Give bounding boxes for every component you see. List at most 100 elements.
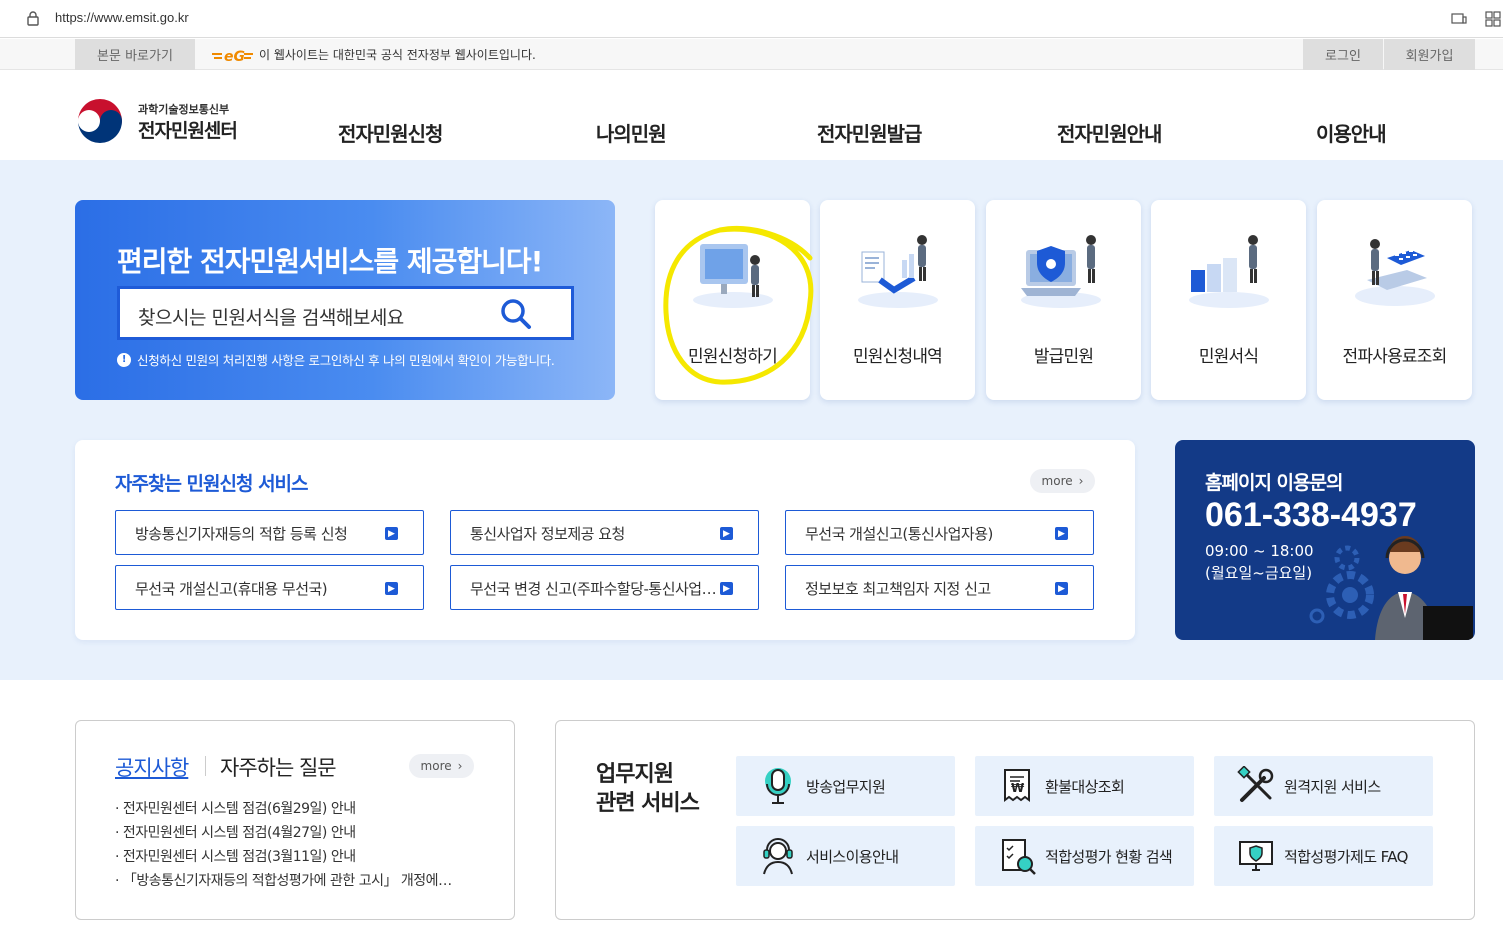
logo-site-name[interactable]: 전자민원센터 — [138, 116, 238, 143]
search-input[interactable]: 찾으시는 민원서식을 검색해보세요 — [138, 303, 404, 330]
support-item-service-guide[interactable]: 서비스이용안내 — [736, 826, 955, 886]
quick-card-label: 민원신청내역 — [852, 347, 943, 367]
support-services-panel — [555, 720, 1475, 920]
lock-icon — [27, 11, 39, 26]
frequent-service-label: 무선국 개설신고(휴대용 무선국) — [135, 580, 328, 598]
signup-link[interactable]: 회원가입 — [1384, 39, 1475, 70]
contact-phone: 061-338-4937 — [1205, 496, 1417, 534]
reader-mode-icon[interactable] — [1451, 12, 1467, 26]
hero-note: ! 신청하신 민원의 처리진행 사항은 로그인하신 후 나의 민원에서 확인이 … — [117, 350, 555, 369]
frequent-service-label: 무선국 변경 신고(주파수할당-통신사업자용) — [470, 580, 725, 598]
frequent-service-label: 무선국 개설신고(통신사업자용) — [805, 525, 993, 543]
browser-address-bar: https://www.emsit.go.kr — [0, 0, 1503, 38]
support-item-conformity-faq[interactable]: 적합성평가제도 FAQ — [1214, 826, 1433, 886]
microphone-icon — [765, 768, 791, 804]
quick-card-radio-fee[interactable]: 전파사용료조회 — [1317, 200, 1472, 400]
notice-item-title: 전자민원센터 시스템 점검(3월11일) 안내 — [122, 849, 356, 865]
chevron-right-icon: › — [1078, 474, 1084, 488]
support-item-label: 서비스이용안내 — [806, 848, 899, 866]
svg-text:₩: ₩ — [1011, 781, 1025, 795]
nav-item-apply[interactable]: 전자민원신청 — [338, 118, 443, 147]
contact-days: (월요일~금요일) — [1205, 564, 1313, 582]
notice-item-title: 전자민원센터 시스템 점검(6월29일) 안내 — [122, 801, 356, 817]
svg-text:eG: eG — [224, 49, 245, 65]
frequent-service-item[interactable]: 무선국 변경 신고(주파수할당-통신사업자용) ▶ — [450, 565, 759, 610]
nav-item-usage[interactable]: 이용안내 — [1316, 118, 1387, 147]
hero-title: 편리한 전자민원서비스를 제공합니다! — [117, 245, 543, 278]
monitor-shield-icon — [1239, 841, 1273, 871]
notice-item-title: 전자민원센터 시스템 점검(4월27일) 안내 — [122, 825, 356, 841]
frequent-service-item[interactable]: 정보보호 최고책임자 지정 신고 ▶ — [785, 565, 1094, 610]
tab-faq[interactable]: 자주하는 질문 — [220, 752, 337, 782]
contact-hours: 09:00 ~ 18:00 — [1205, 542, 1314, 560]
support-item-label: 원격지원 서비스 — [1284, 778, 1381, 796]
support-item-label: 방송업무지원 — [806, 778, 886, 796]
notice-item[interactable]: · 「방송통신기자재등의 적합성평가에 관한 고시」 개정에… — [115, 870, 452, 890]
support-item-broadcast[interactable]: 방송업무지원 — [736, 756, 955, 816]
support-item-label: 적합성평가 현황 검색 — [1045, 848, 1173, 866]
contact-panel: 홈페이지 이용문의 061-338-4937 09:00 ~ 18:00 (월요… — [1175, 440, 1475, 640]
arrow-right-icon: ▶ — [1055, 527, 1068, 540]
quick-card-label: 민원서식 — [1198, 347, 1259, 367]
tab-notices[interactable]: 공지사항 — [115, 752, 189, 782]
notice-more-button[interactable]: more › — [409, 754, 474, 778]
quick-card-history[interactable]: 민원신청내역 — [820, 200, 975, 400]
notice-item[interactable]: · 전자민원센터 시스템 점검(6월29일) 안내 — [115, 798, 356, 818]
arrow-right-icon: ▶ — [1055, 582, 1068, 595]
notice-item[interactable]: · 전자민원센터 시스템 점검(3월11일) 안내 — [115, 846, 356, 866]
highlight-annotation — [663, 225, 814, 385]
url-field[interactable]: https://www.emsit.go.kr — [55, 10, 189, 25]
notice-item[interactable]: · 전자민원센터 시스템 점검(4월27일) 안내 — [115, 822, 356, 842]
gov-notice-text: 이 웹사이트는 대한민국 공식 전자정부 웹사이트입니다. — [259, 48, 536, 62]
logo-ministry-name: 과학기술정보통신부 — [138, 103, 230, 116]
frequent-service-item[interactable]: 무선국 개설신고(통신사업자용) ▶ — [785, 510, 1094, 555]
arrow-right-icon: ▶ — [385, 527, 398, 540]
notice-panel — [75, 720, 515, 920]
nav-item-guide[interactable]: 전자민원안내 — [1057, 118, 1162, 147]
frequent-service-label: 방송통신기자재등의 적합 등록 신청 — [135, 525, 348, 543]
login-link[interactable]: 로그인 — [1303, 39, 1383, 70]
skip-to-content-link[interactable]: 본문 바로가기 — [75, 39, 195, 70]
arrow-right-icon: ▶ — [385, 582, 398, 595]
quick-card-label: 발급민원 — [1033, 347, 1094, 367]
more-label: more — [1041, 474, 1073, 488]
receipt-won-icon: ₩ — [1004, 769, 1030, 802]
tools-icon — [1237, 766, 1274, 802]
checklist-search-icon — [1002, 839, 1036, 875]
calculator-icon — [1355, 239, 1435, 306]
egov-logo-icon: eG — [212, 49, 253, 65]
document-chart-icon — [858, 235, 938, 308]
frequent-services-title: 자주찾는 민원신청 서비스 — [115, 473, 309, 495]
form-blocks-icon — [1189, 235, 1269, 308]
frequent-service-item[interactable]: 통신사업자 정보제공 요청 ▶ — [450, 510, 759, 555]
frequent-more-button[interactable]: more › — [1030, 469, 1095, 493]
call-agent-icon — [1309, 536, 1473, 640]
shield-laptop-icon — [1021, 235, 1101, 308]
support-title-line2: 관련 서비스 — [596, 791, 700, 816]
grid-icon[interactable] — [1485, 11, 1501, 27]
info-icon: ! — [117, 352, 131, 367]
frequent-service-label: 정보보호 최고책임자 지정 신고 — [805, 580, 991, 598]
nav-item-issuance[interactable]: 전자민원발급 — [817, 118, 922, 147]
support-item-label: 적합성평가제도 FAQ — [1284, 848, 1408, 866]
quick-card-forms[interactable]: 민원서식 — [1151, 200, 1306, 400]
support-item-conformity-search[interactable]: 적합성평가 현황 검색 — [975, 826, 1194, 886]
taegeuk-logo-icon[interactable] — [76, 97, 124, 145]
search-icon[interactable] — [500, 298, 532, 330]
frequent-service-item[interactable]: 무선국 개설신고(휴대용 무선국) ▶ — [115, 565, 424, 610]
nav-item-my-requests[interactable]: 나의민원 — [596, 118, 667, 147]
chevron-right-icon: › — [457, 759, 463, 773]
quick-card-label: 전파사용료조회 — [1342, 347, 1448, 367]
support-item-remote[interactable]: 원격지원 서비스 — [1214, 756, 1433, 816]
notice-item-title: 「방송통신기자재등의 적합성평가에 관한 고시」 개정에… — [122, 873, 452, 889]
arrow-right-icon: ▶ — [720, 582, 733, 595]
search-box[interactable]: 찾으시는 민원서식을 검색해보세요 — [117, 286, 574, 340]
headset-agent-icon — [763, 838, 793, 875]
quick-card-issuance[interactable]: 발급민원 — [986, 200, 1141, 400]
more-label: more — [420, 759, 452, 773]
support-title-line1: 업무지원 — [596, 762, 674, 787]
arrow-right-icon: ▶ — [720, 527, 733, 540]
hero-note-text: 신청하신 민원의 처리진행 사항은 로그인하신 후 나의 민원에서 확인이 가능… — [137, 353, 555, 368]
frequent-service-item[interactable]: 방송통신기자재등의 적합 등록 신청 ▶ — [115, 510, 424, 555]
support-item-refund[interactable]: ₩ 환불대상조회 — [975, 756, 1194, 816]
